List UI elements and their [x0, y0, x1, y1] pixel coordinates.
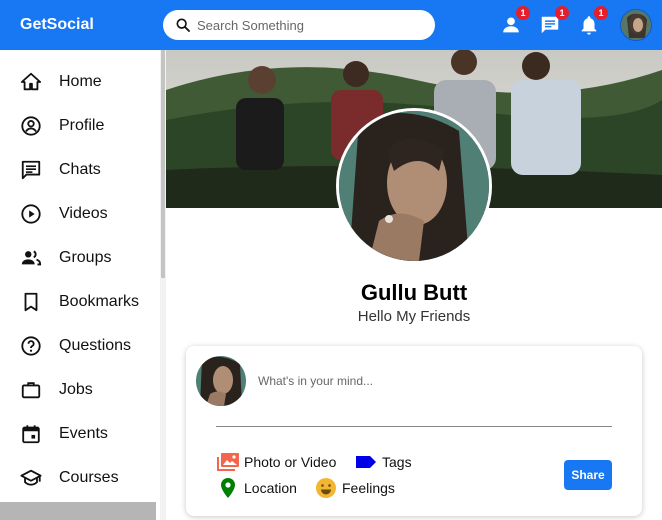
sidebar-item-home[interactable]: Home	[0, 60, 160, 104]
sidebar-item-courses[interactable]: Courses	[0, 456, 160, 500]
smiley-icon	[316, 478, 336, 498]
tags-option[interactable]: Tags	[354, 450, 412, 474]
tags-label: Tags	[382, 454, 412, 470]
profile-status: Hello My Friends	[357, 308, 471, 325]
tag-icon	[356, 456, 376, 468]
sidebar-scrollbar-thumb[interactable]	[161, 50, 165, 278]
share-button[interactable]: Share	[564, 460, 612, 490]
profile-main: Gullu Butt Hello My Friends Photo or Vid…	[166, 50, 662, 520]
profile-name: Gullu Butt	[360, 280, 468, 305]
sidebar-item-jobs[interactable]: Jobs	[0, 368, 160, 412]
photo-icon	[217, 453, 239, 471]
sidebar-item-profile[interactable]: Profile	[0, 104, 160, 148]
sidebar-item-label: Jobs	[59, 381, 93, 398]
profile-icon	[21, 116, 41, 136]
top-navbar: GetSocial 1 1 1	[0, 0, 662, 50]
home-icon	[20, 72, 42, 91]
messages-button[interactable]: 1	[537, 6, 569, 38]
sidebar-item-label: Videos	[59, 205, 108, 222]
briefcase-icon	[21, 382, 41, 399]
feelings-option[interactable]: Feelings	[314, 476, 395, 500]
calendar-icon	[22, 425, 40, 444]
sidebar-item-groups[interactable]: Groups	[0, 236, 160, 280]
post-author-avatar	[196, 356, 246, 406]
video-icon	[21, 204, 41, 224]
sidebar-item-label: Home	[59, 73, 102, 90]
search-bar[interactable]	[163, 10, 435, 40]
sidebar-item-label: Profile	[59, 117, 105, 134]
question-icon	[21, 336, 41, 356]
sidebar-item-bookmarks[interactable]: Bookmarks	[0, 280, 160, 324]
graduation-cap-icon	[20, 469, 42, 486]
brand-logo[interactable]: GetSocial	[20, 16, 94, 34]
user-avatar[interactable]	[620, 9, 652, 41]
friends-button[interactable]: 1	[498, 6, 530, 38]
post-input[interactable]	[258, 374, 558, 388]
sidebar: Home Profile Chats Videos Groups Bookmar…	[0, 50, 166, 520]
location-pin-icon	[221, 478, 235, 498]
sidebar-item-questions[interactable]: Questions	[0, 324, 160, 368]
profile-picture[interactable]	[336, 108, 492, 264]
photo-video-option[interactable]: Photo or Video	[216, 450, 336, 474]
search-input[interactable]	[197, 17, 417, 33]
sidebar-item-label: Bookmarks	[59, 293, 140, 310]
bookmark-icon	[24, 292, 38, 312]
notifications-badge: 1	[594, 6, 608, 20]
sidebar-item-label: Events	[59, 425, 108, 442]
sidebar-item-label: Chats	[59, 161, 101, 178]
photo-video-label: Photo or Video	[244, 454, 337, 470]
post-divider	[216, 426, 612, 427]
friends-badge: 1	[516, 6, 530, 20]
sidebar-item-chats[interactable]: Chats	[0, 148, 160, 192]
groups-icon	[21, 250, 42, 266]
chat-icon	[21, 160, 41, 180]
sidebar-item-label: Courses	[59, 469, 119, 486]
feelings-label: Feelings	[342, 480, 395, 496]
create-post-card: Photo or Video Tags Location Feelings Sh…	[186, 346, 642, 516]
sidebar-item-videos[interactable]: Videos	[0, 192, 160, 236]
messages-badge: 1	[555, 6, 569, 20]
sidebar-item-events[interactable]: Events	[0, 412, 160, 456]
sidebar-item-label: Groups	[59, 249, 112, 266]
sidebar-item-label: Questions	[59, 337, 132, 354]
search-icon	[176, 18, 190, 32]
location-label: Location	[244, 480, 297, 496]
location-option[interactable]: Location	[216, 476, 297, 500]
notifications-button[interactable]: 1	[576, 6, 608, 38]
sidebar-next-item[interactable]	[0, 502, 156, 520]
